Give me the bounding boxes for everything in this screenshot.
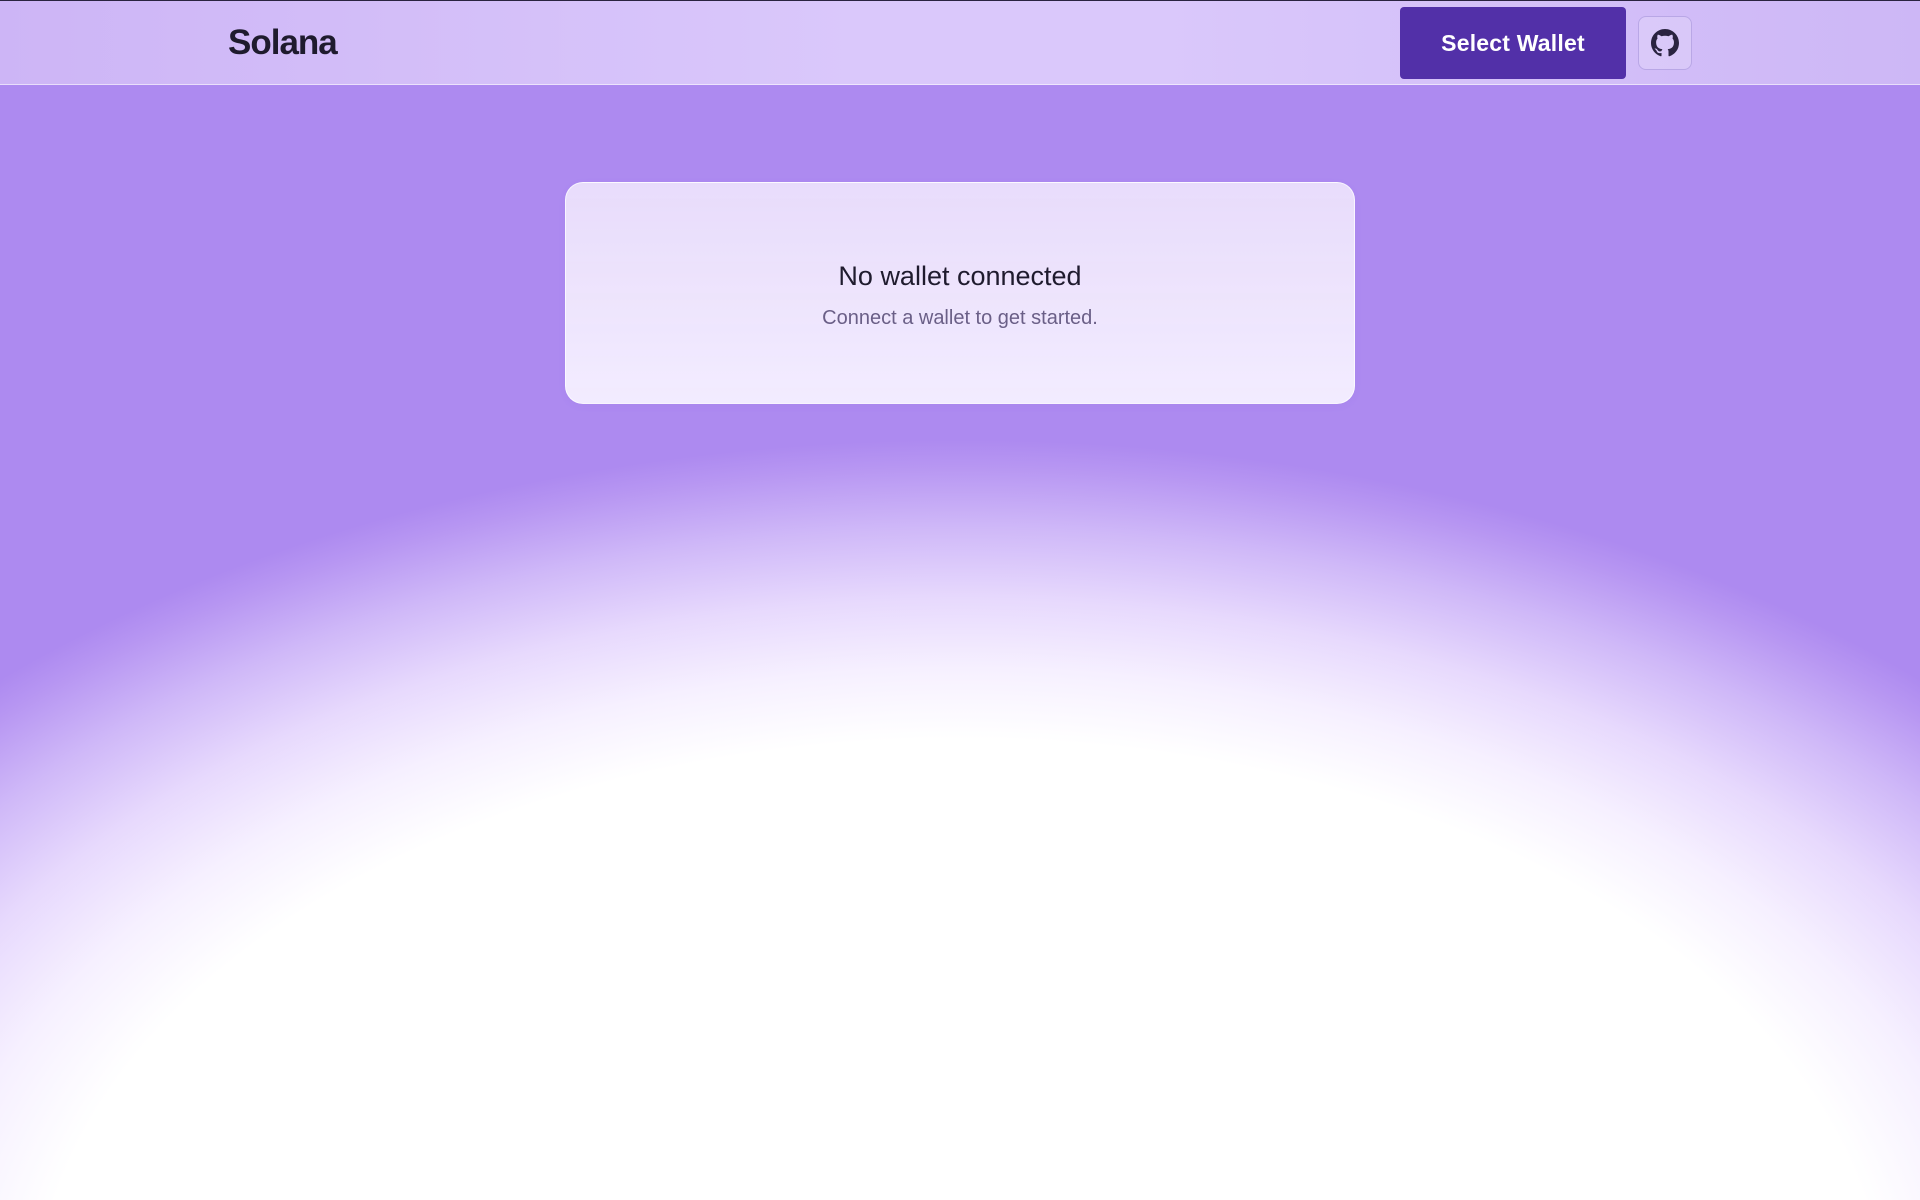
select-wallet-button[interactable]: Select Wallet [1400,7,1626,79]
top-nav-bar: Solana Select Wallet [0,0,1920,85]
card-title: No wallet connected [838,261,1082,291]
card-subtitle: Connect a wallet to get started. [822,307,1098,329]
brand-logo-text[interactable]: Solana [228,21,338,65]
page-background [0,0,1920,1200]
github-icon [1651,29,1679,57]
wallet-status-card: No wallet connected Connect a wallet to … [565,182,1355,404]
github-link-button[interactable] [1638,16,1692,70]
